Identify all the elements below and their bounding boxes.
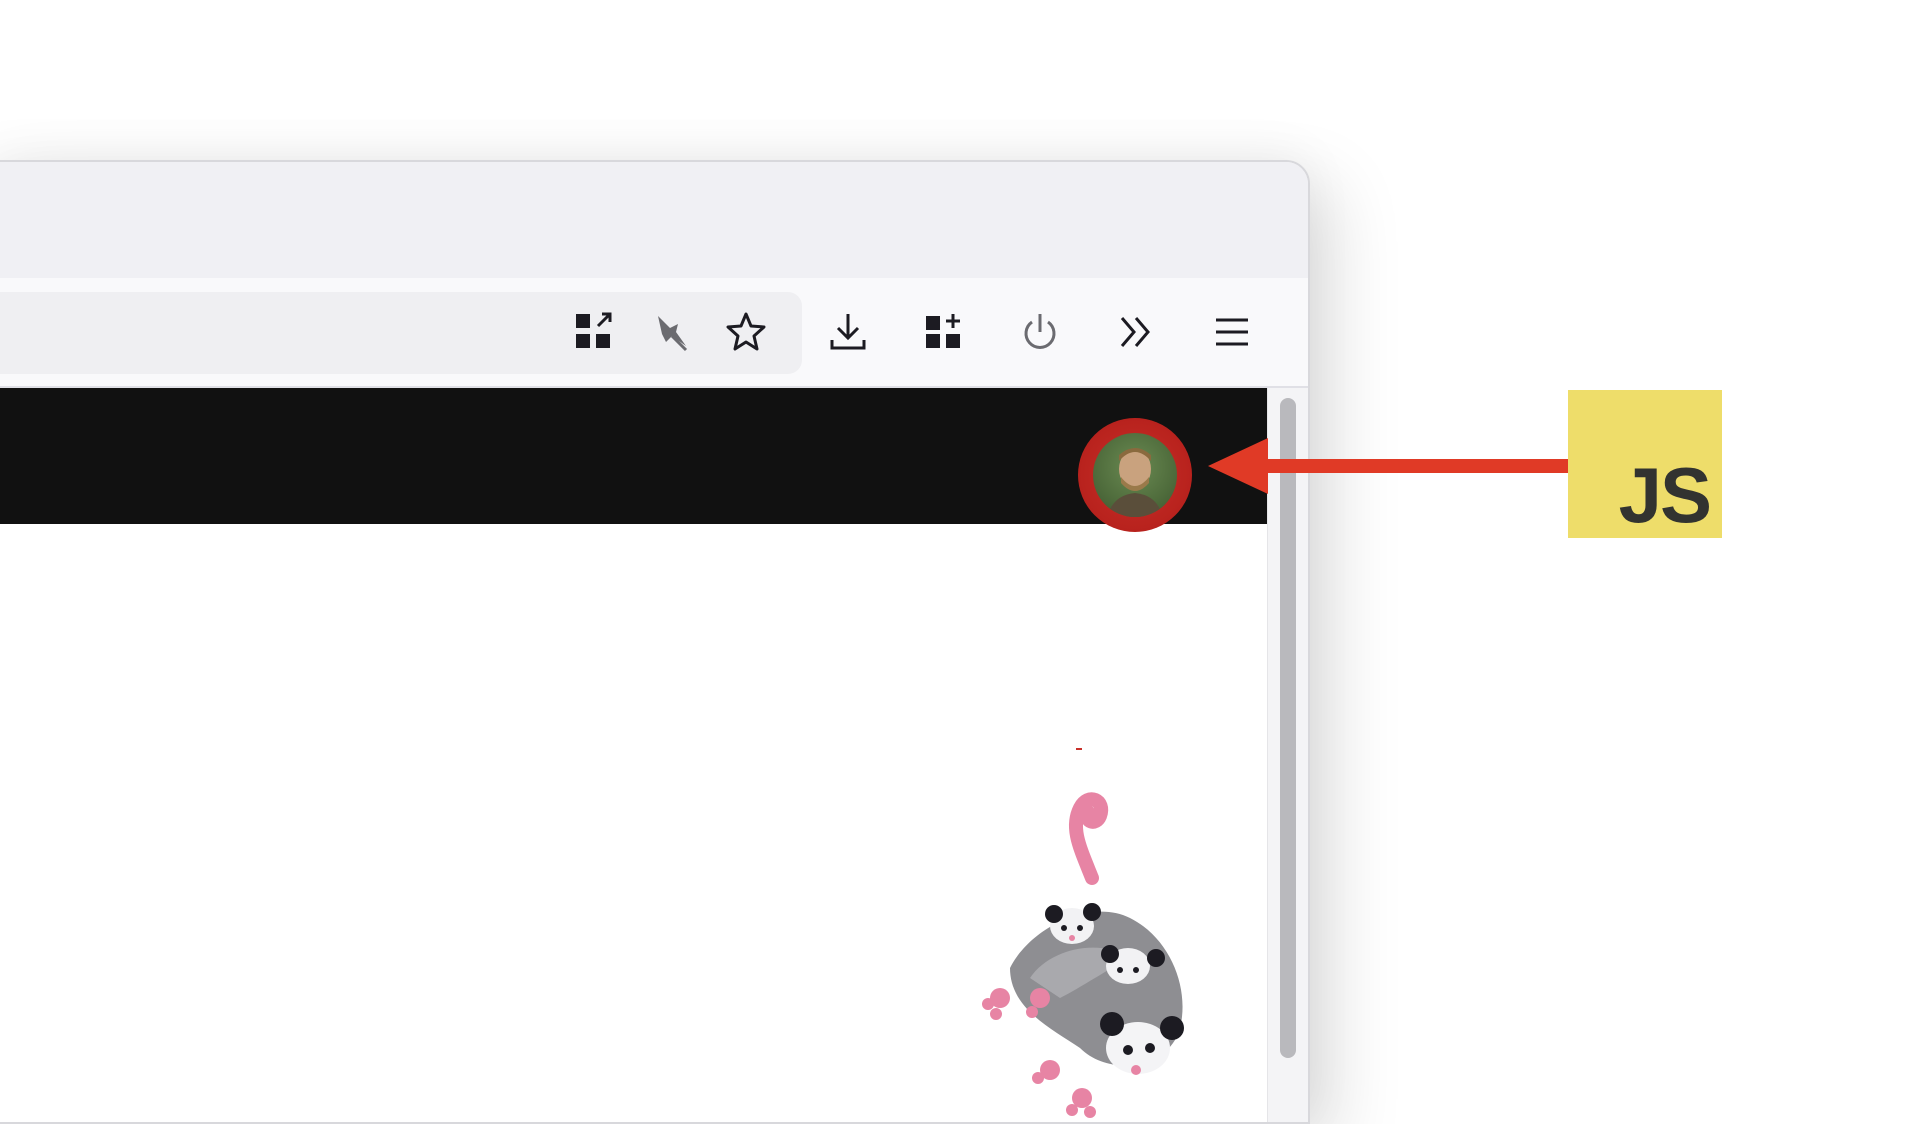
bookmark-star-button[interactable] bbox=[714, 300, 778, 364]
browser-window bbox=[0, 160, 1310, 1124]
hamburger-menu-icon bbox=[1216, 318, 1248, 346]
power-icon bbox=[1024, 314, 1056, 349]
page-content bbox=[0, 388, 1268, 1122]
extensions-button[interactable] bbox=[912, 300, 976, 364]
star-icon bbox=[726, 312, 766, 351]
annotation-arrow bbox=[1208, 438, 1568, 494]
avatar bbox=[1078, 418, 1192, 532]
power-button[interactable] bbox=[1008, 300, 1072, 364]
user-avatar-button[interactable] bbox=[1078, 418, 1192, 532]
opossum-mascot-image bbox=[982, 748, 1184, 1118]
chevron-double-right-icon bbox=[1120, 317, 1150, 347]
downloads-button[interactable] bbox=[816, 300, 880, 364]
qr-code-icon bbox=[576, 312, 612, 348]
download-icon bbox=[830, 314, 866, 350]
avatar-photo bbox=[1093, 433, 1177, 517]
overflow-menu-button[interactable] bbox=[1104, 300, 1168, 364]
page-header-bar bbox=[0, 388, 1268, 532]
javascript-logo-text: JS bbox=[1618, 451, 1712, 539]
page-actions-button[interactable] bbox=[562, 300, 626, 364]
app-menu-button[interactable] bbox=[1200, 300, 1264, 364]
navigation-toolbar bbox=[0, 278, 1308, 388]
javascript-logo: JS bbox=[1568, 390, 1722, 538]
extensions-icon bbox=[926, 314, 960, 348]
pin-button[interactable] bbox=[638, 300, 702, 364]
tab-strip bbox=[0, 162, 1308, 278]
pin-icon bbox=[658, 316, 688, 352]
